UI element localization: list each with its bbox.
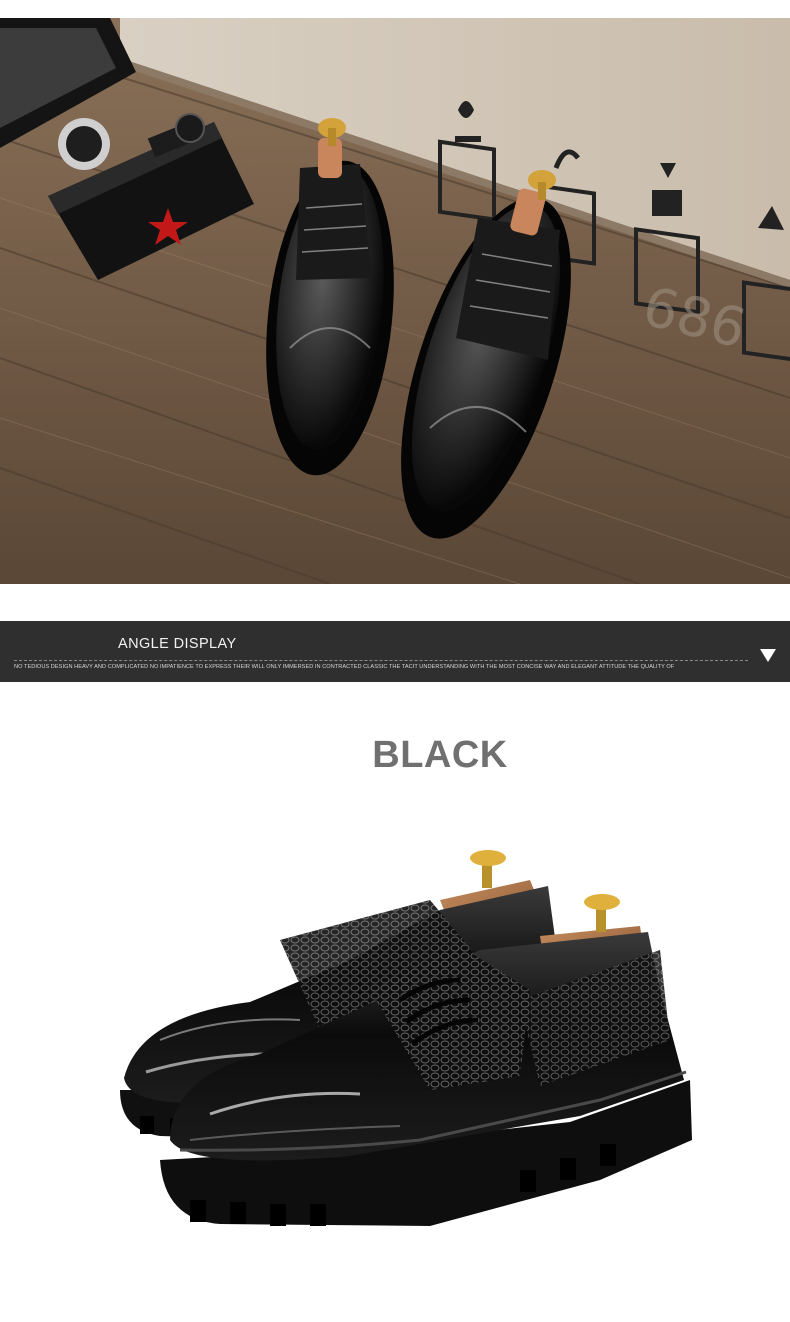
banner-subtitle: NO TEDIOUS DESIGN HEAVY AND COMPLICATED …: [14, 664, 675, 670]
color-label: BLACK: [372, 734, 508, 776]
product-photo: [100, 840, 710, 1240]
dropdown-arrow-icon: [760, 649, 776, 662]
lifestyle-photo: 686: [0, 18, 790, 584]
divider: [14, 660, 748, 661]
section-banner: ANGLE DISPLAY NO TEDIOUS DESIGN HEAVY AN…: [0, 621, 790, 682]
banner-title: ANGLE DISPLAY: [118, 636, 237, 652]
